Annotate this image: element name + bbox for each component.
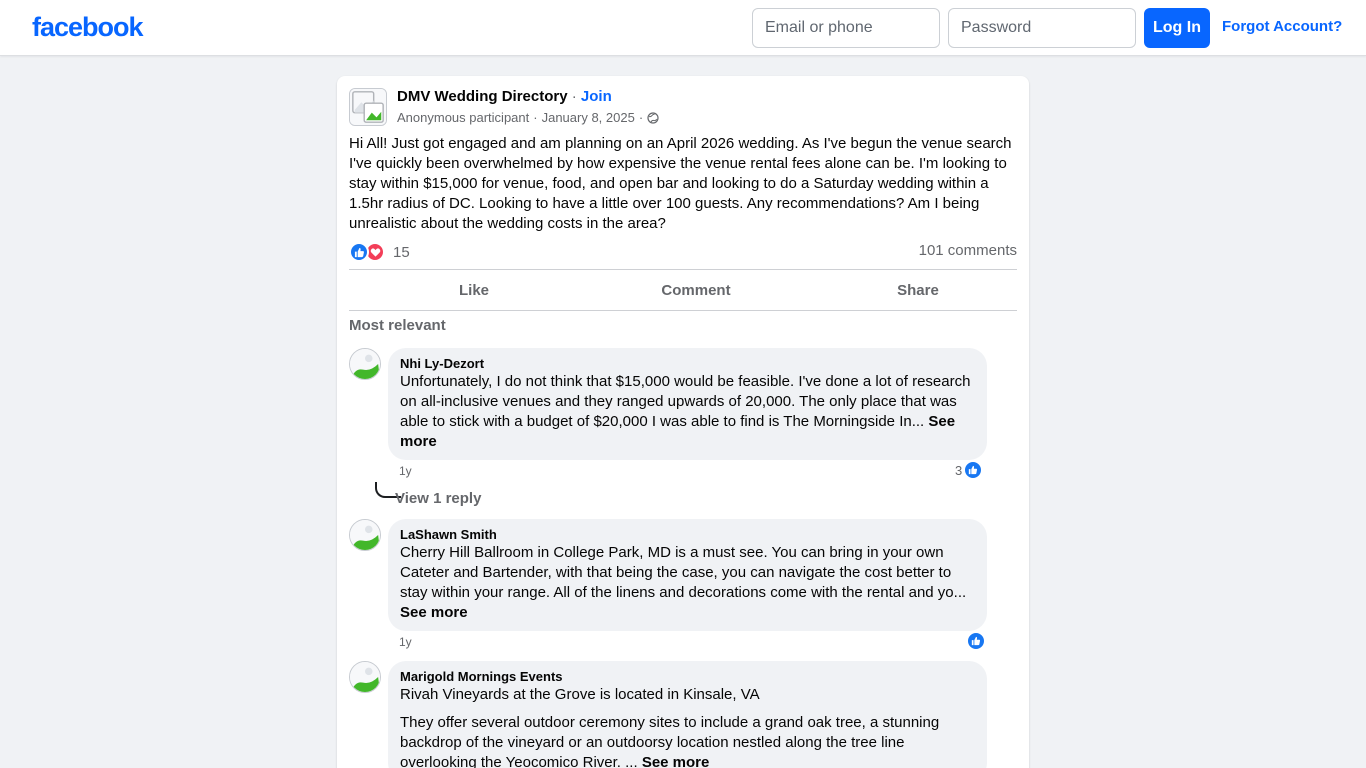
join-link[interactable]: Join bbox=[581, 88, 612, 105]
image-placeholder-icon bbox=[350, 89, 386, 125]
like-icon bbox=[349, 242, 369, 262]
comment-like-count[interactable] bbox=[965, 632, 985, 650]
comment-sort-selector[interactable]: Most relevant bbox=[349, 317, 446, 334]
meta-separator: · bbox=[533, 110, 538, 125]
view-replies-link[interactable]: View 1 reply bbox=[395, 490, 481, 507]
comment-paragraph: Rivah Vineyards at the Grove is located … bbox=[400, 686, 760, 703]
image-placeholder-icon bbox=[350, 349, 380, 379]
comment-paragraph: They offer several outdoor ceremony site… bbox=[400, 713, 975, 768]
post-date[interactable]: January 8, 2025 bbox=[542, 110, 635, 125]
comment-button[interactable]: Comment bbox=[585, 270, 807, 310]
share-button[interactable]: Share bbox=[807, 270, 1029, 310]
comment-author[interactable]: Nhi Ly-Dezort bbox=[400, 356, 975, 372]
reactions-summary[interactable]: 15 bbox=[349, 242, 410, 262]
divider bbox=[349, 310, 1017, 311]
comment-bubble: Nhi Ly-Dezort Unfortunately, I do not th… bbox=[388, 348, 987, 460]
post-meta: Anonymous participant · January 8, 2025 … bbox=[397, 110, 659, 125]
comment-author[interactable]: LaShawn Smith bbox=[400, 527, 975, 543]
comment-text: Unfortunately, I do not think that $15,0… bbox=[400, 373, 971, 450]
comment-timestamp[interactable]: 1y bbox=[399, 635, 412, 649]
comment-timestamp[interactable]: 1y bbox=[399, 464, 412, 478]
commenter-avatar[interactable] bbox=[349, 519, 381, 551]
post-body: Hi All! Just got engaged and am planning… bbox=[349, 135, 1012, 232]
comment-like-count[interactable]: 3 bbox=[955, 461, 983, 479]
comment-bubble: LaShawn Smith Cherry Hill Ballroom in Co… bbox=[388, 519, 987, 631]
comment-text: Rivah Vineyards at the Grove is located … bbox=[400, 685, 975, 768]
post-card: DMV Wedding Directory · Join Anonymous p… bbox=[337, 76, 1029, 768]
password-field[interactable] bbox=[948, 8, 1136, 48]
login-button[interactable]: Log In bbox=[1144, 8, 1210, 48]
commenter-avatar[interactable] bbox=[349, 661, 381, 693]
globe-icon bbox=[647, 111, 659, 124]
comment-text: Cherry Hill Ballroom in College Park, MD… bbox=[400, 544, 967, 621]
comment-like-number: 3 bbox=[955, 462, 963, 478]
comment-author[interactable]: Marigold Mornings Events bbox=[400, 669, 975, 685]
like-button[interactable]: Like bbox=[363, 270, 585, 310]
see-more-link[interactable]: See more bbox=[642, 754, 710, 768]
reaction-count: 15 bbox=[393, 243, 410, 261]
forgot-account-link[interactable]: Forgot Account? bbox=[1222, 18, 1342, 35]
like-icon bbox=[967, 632, 985, 650]
comments-count[interactable]: 101 comments bbox=[919, 242, 1017, 259]
commenter-avatar[interactable] bbox=[349, 348, 381, 380]
image-placeholder-icon bbox=[350, 662, 380, 692]
facebook-logo[interactable]: facebook bbox=[32, 12, 144, 43]
meta-separator: · bbox=[638, 110, 644, 125]
post-author: Anonymous participant bbox=[397, 110, 530, 125]
comment-bubble: Marigold Mornings Events Rivah Vineyards… bbox=[388, 661, 987, 768]
group-avatar[interactable] bbox=[349, 88, 387, 126]
like-icon bbox=[964, 461, 983, 479]
email-field[interactable] bbox=[752, 8, 940, 48]
separator: · bbox=[567, 88, 581, 105]
image-placeholder-icon bbox=[350, 520, 380, 550]
top-bar: facebook Log In Forgot Account? bbox=[0, 0, 1366, 56]
see-more-link[interactable]: See more bbox=[400, 604, 468, 621]
group-name[interactable]: DMV Wedding Directory bbox=[397, 88, 568, 105]
group-title-line: DMV Wedding Directory · Join bbox=[397, 88, 612, 105]
